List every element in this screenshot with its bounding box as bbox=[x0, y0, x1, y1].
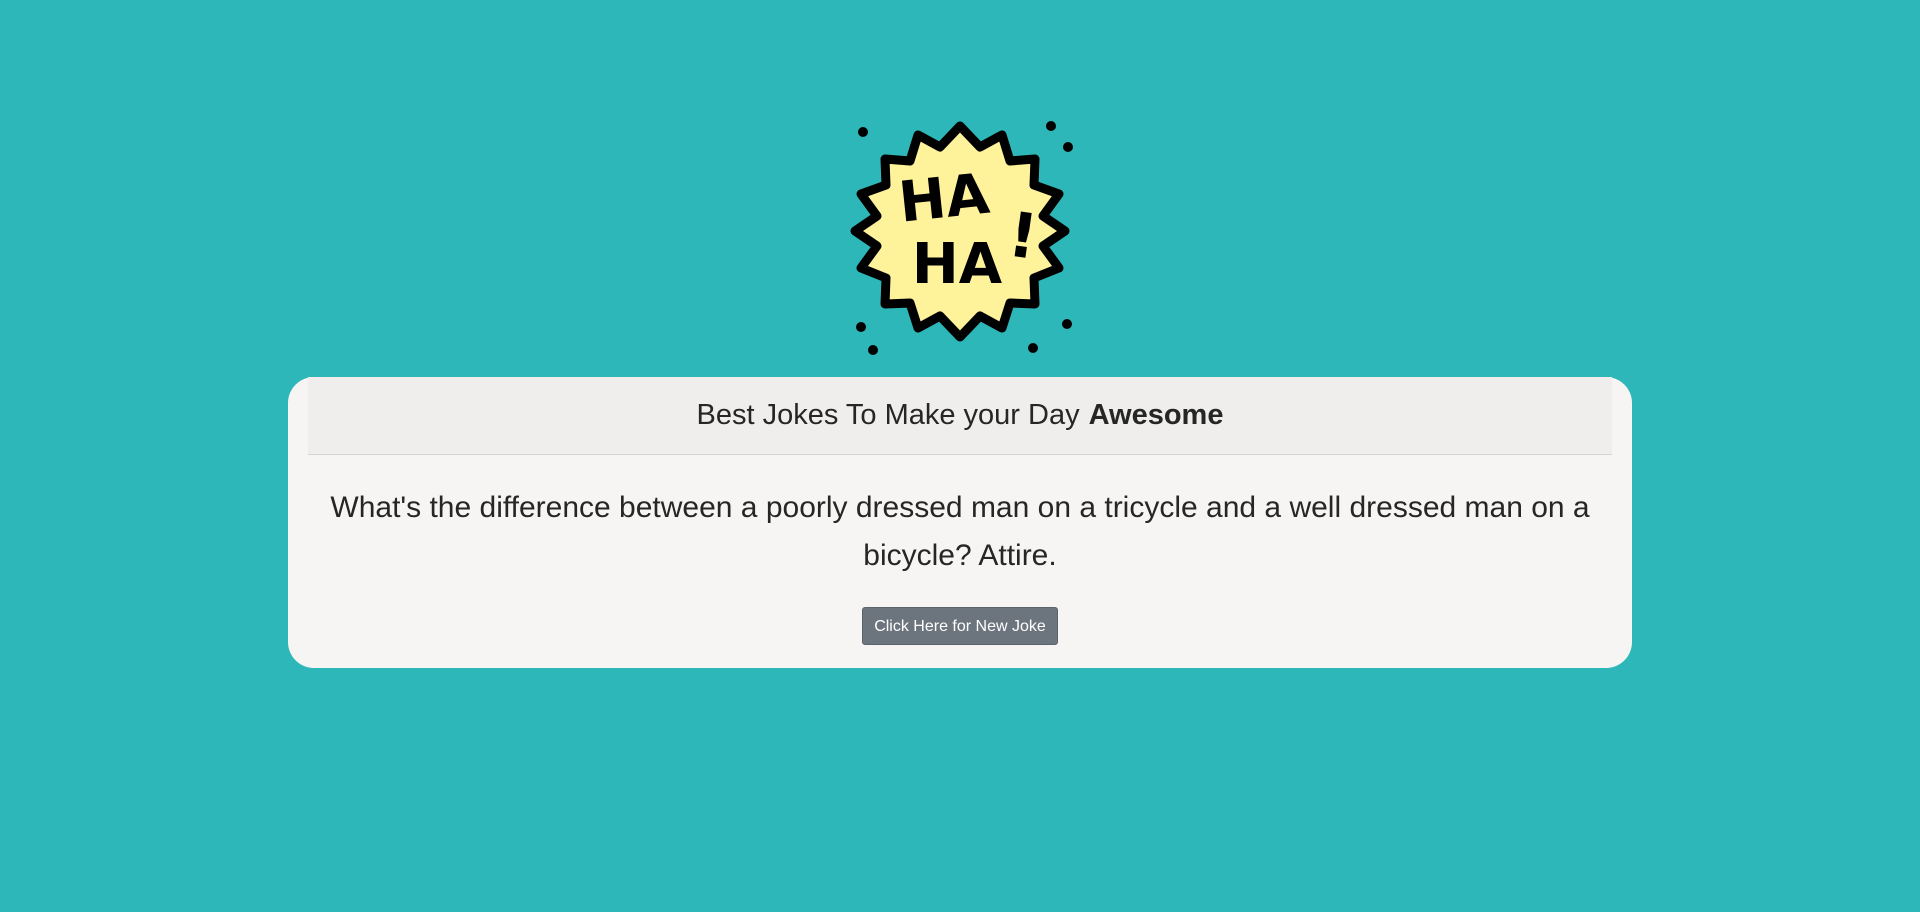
joke-card: Best Jokes To Make your Day Awesome What… bbox=[288, 377, 1632, 668]
card-body: What's the difference between a poorly d… bbox=[308, 455, 1612, 645]
dot bbox=[858, 127, 868, 137]
dot bbox=[1062, 319, 1072, 329]
new-joke-button[interactable]: Click Here for New Joke bbox=[862, 607, 1058, 645]
card-title: Best Jokes To Make your Day bbox=[696, 399, 1080, 431]
haha-burst-icon: HA HA ! bbox=[850, 121, 1073, 355]
card-title-emphasis: Awesome bbox=[1088, 399, 1224, 431]
dot bbox=[1063, 142, 1073, 152]
joke-text: What's the difference between a poorly d… bbox=[330, 491, 1590, 572]
haha-logo: HA HA ! bbox=[830, 117, 1090, 363]
dot bbox=[1046, 121, 1056, 131]
dot bbox=[1028, 343, 1038, 353]
card-header: Best Jokes To Make your Day Awesome bbox=[308, 377, 1612, 455]
logo-text-line1: HA bbox=[896, 161, 993, 235]
dot bbox=[856, 322, 866, 332]
dot bbox=[868, 345, 878, 355]
logo-text-line2: HA bbox=[912, 232, 1003, 297]
